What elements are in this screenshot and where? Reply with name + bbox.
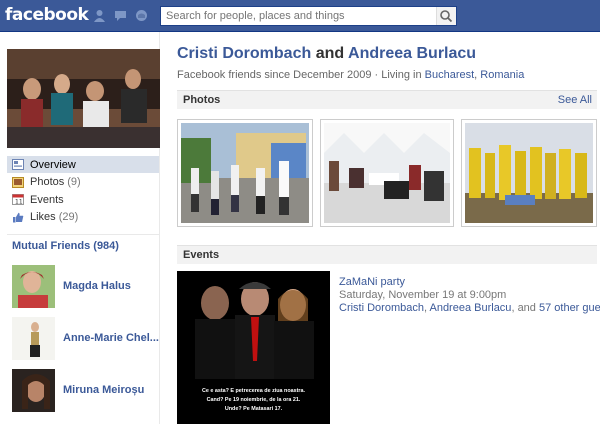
- mutual-friend-item[interactable]: Anne-Marie Chel...: [12, 317, 160, 361]
- friend-requests-icon[interactable]: [93, 9, 106, 22]
- nav-count: (9): [67, 176, 81, 188]
- event-date: Saturday, November 19 at 9:00pm: [339, 289, 507, 301]
- nav-item-likes[interactable]: Likes (29): [7, 209, 159, 226]
- events-title: Events: [183, 249, 220, 261]
- search-icon: [440, 10, 453, 23]
- event-poster[interactable]: Ce e asta? E petrecerea de ziua noastra.…: [177, 271, 330, 424]
- city-link[interactable]: Bucharest: [425, 69, 475, 81]
- cover-photo[interactable]: [7, 49, 160, 148]
- guest-link[interactable]: Cristi Dorombach: [339, 302, 424, 314]
- friend-name[interactable]: Magda Halus: [63, 280, 131, 292]
- sidebar-divider: [7, 234, 159, 235]
- friend-name[interactable]: Miruna Meiroșu: [63, 384, 144, 396]
- nav-label: Events: [30, 193, 64, 206]
- nav-item-overview[interactable]: Overview: [7, 156, 159, 173]
- events-section-header: Events: [177, 245, 597, 264]
- poster-text-3: Unde? Pe Matasari 17.: [225, 406, 283, 412]
- calendar-icon: 11: [12, 194, 24, 205]
- nav-count: (29): [58, 211, 79, 223]
- friends-since-text: Facebook friends since December 2009 · L…: [177, 69, 422, 81]
- guest-link[interactable]: Andreea Burlacu: [429, 302, 511, 314]
- photo-image: [324, 123, 450, 223]
- top-bar: facebook: [0, 0, 600, 32]
- notifications-icon[interactable]: [135, 9, 148, 22]
- page-title: Cristi Dorombach and Andreea Burlacu: [177, 45, 476, 63]
- poster-text-2: Cand? Pe 19 noiembrie, de la ora 21.: [207, 397, 301, 403]
- messages-icon[interactable]: [114, 9, 127, 22]
- left-column: Overview Photos (9) 11 Events Likes (29)…: [0, 32, 160, 424]
- person-1-link[interactable]: Cristi Dorombach: [177, 45, 311, 62]
- photo-thumbnail[interactable]: [320, 119, 454, 227]
- event-guests: Cristi Dorombach, Andreea Burlacu, and 5…: [339, 302, 600, 314]
- search-input[interactable]: [161, 7, 431, 25]
- mutual-friend-item[interactable]: Miruna Meiroșu: [12, 369, 160, 413]
- friend-avatar[interactable]: [12, 265, 55, 308]
- photo-image: [465, 123, 593, 223]
- see-all-link[interactable]: See All: [558, 94, 592, 106]
- photo-image: [181, 123, 309, 223]
- profile-nav: Overview Photos (9) 11 Events Likes (29): [7, 156, 159, 226]
- nav-label: Likes: [30, 211, 56, 223]
- title-and: and: [315, 45, 345, 62]
- friend-avatar[interactable]: [12, 369, 55, 412]
- guests-and: and: [517, 302, 536, 314]
- nav-label: Photos: [30, 176, 65, 188]
- svg-text:11: 11: [15, 199, 23, 206]
- country-link[interactable]: Romania: [480, 69, 524, 81]
- friend-avatar[interactable]: [12, 317, 55, 360]
- person-2-link[interactable]: Andreea Burlacu: [348, 45, 476, 62]
- likes-icon: [13, 212, 24, 222]
- nav-item-events[interactable]: 11 Events: [7, 191, 159, 208]
- mutual-friends-title[interactable]: Mutual Friends (984): [12, 240, 119, 252]
- other-guests-link[interactable]: 57 other guests: [539, 302, 600, 314]
- event-title-link[interactable]: ZaMaNi party: [339, 276, 405, 288]
- poster-text-1: Ce e asta? E petrecerea de ziua noastra.: [202, 388, 306, 394]
- friendship-info: Facebook friends since December 2009 · L…: [177, 69, 525, 81]
- search-box[interactable]: [160, 6, 457, 26]
- nav-item-photos[interactable]: Photos (9): [7, 174, 159, 191]
- nav-label: Overview: [30, 158, 76, 171]
- photos-title: Photos: [183, 94, 221, 106]
- photo-thumbnail[interactable]: [177, 119, 313, 227]
- search-button[interactable]: [436, 7, 456, 25]
- facebook-logo[interactable]: facebook: [5, 5, 89, 25]
- overview-icon: [12, 159, 24, 170]
- photos-section-header: Photos See All: [177, 90, 597, 109]
- photo-thumbnail[interactable]: [461, 119, 597, 227]
- photos-icon: [12, 176, 24, 188]
- mutual-friend-item[interactable]: Magda Halus: [12, 265, 160, 309]
- friend-name[interactable]: Anne-Marie Chel...: [63, 332, 159, 344]
